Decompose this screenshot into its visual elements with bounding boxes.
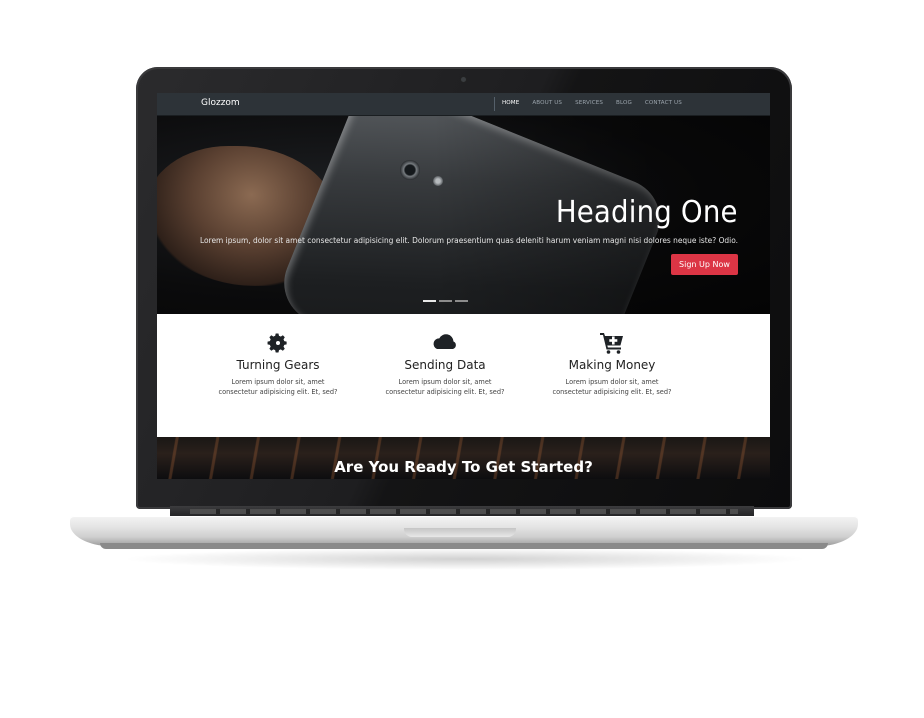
brand-logo[interactable]: Glozzom (201, 98, 240, 108)
nav-item-blog[interactable]: BLOG (616, 100, 632, 106)
feature-text: Lorem ipsum dolor sit, amet consectetur … (218, 378, 338, 396)
cart-plus-icon (600, 333, 623, 354)
cta-title: Are You Ready To Get Started? (334, 458, 593, 476)
laptop-notch (404, 528, 516, 537)
carousel-indicator-1[interactable] (423, 300, 436, 302)
feature-title: Turning Gears (236, 358, 320, 372)
webcam (461, 77, 466, 82)
navbar: Glozzom HOME ABOUT US SERVICES BLOG CONT… (157, 93, 770, 116)
nav-item-services[interactable]: SERVICES (575, 100, 603, 106)
cta-section: Are You Ready To Get Started? (157, 437, 770, 479)
nav-item-about-us[interactable]: ABOUT US (532, 100, 562, 106)
features-section: Turning Gears Lorem ipsum dolor sit, ame… (157, 314, 770, 437)
laptop-base-bottom (100, 543, 828, 549)
nav-divider (494, 97, 495, 111)
carousel-indicator-2[interactable] (439, 300, 452, 302)
laptop-shadow (120, 548, 810, 570)
keyboard-edge (190, 509, 738, 514)
feature-title: Sending Data (404, 358, 486, 372)
feature-text: Lorem ipsum dolor sit, amet consectetur … (385, 378, 505, 396)
cloud-icon (433, 334, 456, 349)
hero-text: Lorem ipsum, dolor sit amet consectetur … (199, 236, 738, 245)
feature-title: Making Money (568, 358, 656, 372)
carousel-indicators (423, 300, 468, 302)
carousel-indicator-3[interactable] (455, 300, 468, 302)
laptop-screen: Glozzom HOME ABOUT US SERVICES BLOG CONT… (157, 93, 770, 479)
sign-up-button[interactable]: Sign Up Now (671, 254, 738, 275)
hero-carousel: Heading One Lorem ipsum, dolor sit amet … (157, 116, 770, 314)
feature-text: Lorem ipsum dolor sit, amet consectetur … (552, 378, 672, 396)
nav-item-home[interactable]: HOME (502, 100, 519, 106)
gear-icon (267, 333, 287, 353)
hero-title: Heading One (556, 195, 738, 230)
main-nav: HOME ABOUT US SERVICES BLOG CONTACT US (502, 100, 695, 106)
nav-item-contact-us[interactable]: CONTACT US (645, 100, 682, 106)
